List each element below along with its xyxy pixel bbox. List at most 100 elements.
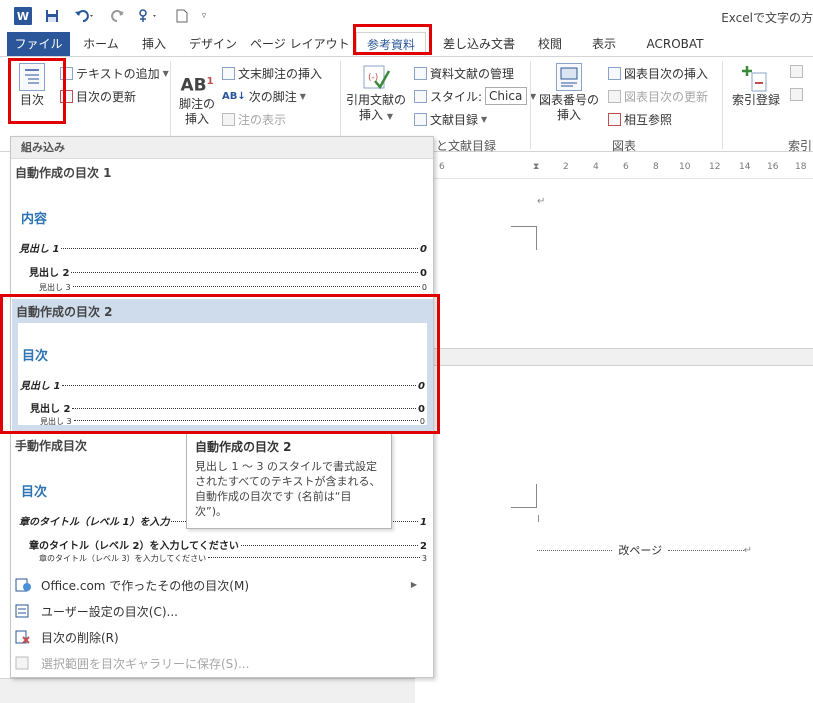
ruler-tick: 16 — [767, 162, 779, 172]
insert-footnote-label-2: 挿入 — [184, 111, 209, 126]
remove-toc-icon — [15, 630, 31, 644]
office-com-icon — [15, 578, 31, 592]
next-footnote-button[interactable]: AB↓ 次の脚注 ▼ — [222, 88, 306, 105]
update-table-button[interactable]: 図表目次の更新 — [608, 88, 708, 105]
horizontal-ruler[interactable]: 6 ⧗ 2 4 6 8 10 12 14 16 18 — [415, 157, 813, 179]
toc-preview-heading: 目次 — [22, 349, 49, 364]
show-notes-icon — [222, 113, 235, 126]
cross-reference-icon — [608, 113, 621, 126]
save-to-gallery-icon — [15, 656, 31, 670]
next-footnote-label: 次の脚注 — [248, 90, 297, 104]
toc-preview-line: 章のタイトル（レベル 3）を入力してください 3 — [39, 554, 427, 563]
update-toc-button[interactable]: 目次の更新 — [60, 88, 136, 105]
ruler-tick: 6 — [439, 162, 445, 172]
update-table-label: 図表目次の更新 — [624, 90, 709, 104]
next-footnote-icon: AB↓ — [222, 91, 246, 102]
tab-file[interactable]: ファイル — [7, 32, 70, 56]
style-select[interactable]: Chica — [485, 87, 528, 105]
index-update-button[interactable] — [790, 88, 803, 101]
save-selection-to-gallery[interactable]: 選択範囲を目次ギャラリーに保存(S)... — [15, 652, 249, 674]
ruler-tick: 12 — [709, 162, 721, 172]
customize-qat-icon[interactable]: ▿ — [198, 7, 210, 25]
toc-button[interactable]: 目次 — [12, 63, 52, 108]
update-toc-label: 目次の更新 — [76, 90, 137, 104]
toc-tooltip: 自動作成の目次 2 見出し 1 ～ 3 のスタイルで書式設定されたすべてのテキス… — [186, 433, 392, 529]
cross-reference-label: 相互参照 — [624, 113, 673, 127]
chevron-down-icon: ▼ — [481, 115, 488, 124]
chevron-down-icon: ▼ — [162, 69, 169, 78]
index-option-button[interactable] — [790, 65, 803, 78]
insert-footnote-button[interactable]: AB1 脚注の 挿入 — [176, 71, 218, 127]
tab-view[interactable]: 表示 — [584, 32, 624, 56]
insert-caption-button[interactable]: 図表番号の 挿入 — [536, 63, 602, 123]
toc-preview-heading: 目次 — [21, 485, 48, 500]
add-text-label: テキストの追加 — [76, 67, 160, 81]
save-icon[interactable] — [44, 7, 60, 25]
citation-icon: (-) — [344, 63, 408, 93]
ribbon-tabs: ファイル ホーム 挿入 デザイン ページ レイアウト 参考資料 差し込み文書 校… — [0, 32, 813, 56]
ruler-tick: 18 — [795, 162, 807, 172]
tooltip-body: 見出し 1 ～ 3 のスタイルで書式設定されたすべてのテキストが含まれる、自動作… — [195, 460, 381, 518]
gallery-item-auto-toc-2[interactable]: 自動作成の目次 2 目次 見出し 10 見出し 20 見出し 30 — [12, 299, 433, 431]
page-gap — [415, 348, 813, 366]
bibliography-icon — [414, 113, 427, 126]
gallery-item-title: 自動作成の目次 2 — [16, 305, 113, 319]
tab-acrobat[interactable]: ACROBAT — [638, 32, 712, 56]
insert-caption-label-1: 図表番号の — [538, 93, 599, 107]
toc-preview-line: 見出し 30 — [39, 283, 427, 292]
insert-endnote-button[interactable]: 文末脚注の挿入 — [222, 65, 322, 82]
tab-review[interactable]: 校閲 — [530, 32, 570, 56]
tab-mailings[interactable]: 差し込み文書 — [436, 32, 522, 56]
add-text-button[interactable]: テキストの追加 ▼ — [60, 65, 169, 82]
chevron-down-icon: ▼ — [299, 92, 306, 101]
mark-entry-button[interactable]: 索引登録 — [726, 63, 786, 108]
new-document-icon[interactable] — [174, 7, 190, 25]
style-icon — [414, 89, 427, 103]
insert-citation-label-2: 挿入 — [359, 108, 384, 122]
redo-icon[interactable] — [110, 7, 126, 25]
mark-entry-icon — [726, 63, 786, 93]
word-app-icon[interactable]: W — [14, 7, 32, 25]
manage-sources-label: 資料文献の管理 — [430, 67, 515, 81]
insert-citation-button[interactable]: (-) 引用文献の 挿入 ▼ — [344, 63, 408, 124]
text-cursor: I — [537, 514, 540, 525]
page-crop-mark — [511, 484, 537, 508]
toc-preview-line: 章のタイトル（レベル 2）を入力してください 2 — [29, 541, 427, 552]
tab-references[interactable]: 参考資料 — [356, 32, 426, 56]
footnote-ab-icon: AB1 — [180, 75, 214, 96]
touch-mode-icon[interactable] — [134, 7, 164, 25]
toc-icon — [19, 63, 45, 91]
more-tocs-label: Office.com で作ったその他の目次(M) — [41, 578, 250, 593]
bibliography-button[interactable]: 文献目録 ▼ — [414, 111, 487, 128]
toc-preview-heading: 内容 — [21, 212, 48, 227]
manage-sources-icon — [414, 67, 427, 80]
gallery-item-auto-toc-1[interactable]: 自動作成の目次 1 内容 見出し 10 見出し 20 見出し 30 — [11, 160, 433, 298]
ruler-tick: 2 — [563, 162, 569, 172]
toc-preview-line: 見出し 30 — [40, 417, 425, 426]
gallery-item-title: 自動作成の目次 1 — [15, 166, 112, 180]
insert-endnote-label: 文末脚注の挿入 — [238, 67, 323, 81]
remove-toc[interactable]: 目次の削除(R) — [15, 626, 119, 648]
paragraph-mark: ↵ — [743, 544, 753, 556]
cross-reference-button[interactable]: 相互参照 — [608, 111, 672, 128]
insert-table-of-figures-button[interactable]: 図表目次の挿入 — [608, 65, 708, 82]
save-to-gallery-label: 選択範囲を目次ギャラリーに保存(S)... — [41, 656, 250, 671]
ruler-tick: 4 — [593, 162, 599, 172]
manage-sources-button[interactable]: 資料文献の管理 — [414, 65, 514, 82]
show-notes-button[interactable]: 注の表示 — [222, 111, 286, 128]
tab-home[interactable]: ホーム — [78, 32, 124, 56]
document-area[interactable]: 6 ⧗ 2 4 6 8 10 12 14 16 18 ↵ I 改ページ ↵ — [415, 152, 813, 703]
toc-button-label: 目次 — [19, 93, 44, 107]
tab-insert[interactable]: 挿入 — [134, 32, 174, 56]
tab-page-layout[interactable]: ページ レイアウト — [250, 32, 350, 56]
custom-toc-label: ユーザー設定の目次(C)... — [41, 604, 178, 619]
custom-toc-icon — [15, 604, 31, 618]
tooltip-title: 自動作成の目次 2 — [195, 440, 292, 454]
tab-design[interactable]: デザイン — [184, 32, 242, 56]
ruler-tick: 14 — [739, 162, 751, 172]
more-tocs-office-com[interactable]: Office.com で作ったその他の目次(M) ▶ — [15, 574, 429, 596]
paragraph-mark: ↵ — [537, 196, 546, 207]
custom-toc[interactable]: ユーザー設定の目次(C)... — [15, 600, 178, 622]
ruler-indent-marker[interactable]: ⧗ — [533, 162, 539, 172]
undo-icon[interactable] — [72, 7, 98, 25]
